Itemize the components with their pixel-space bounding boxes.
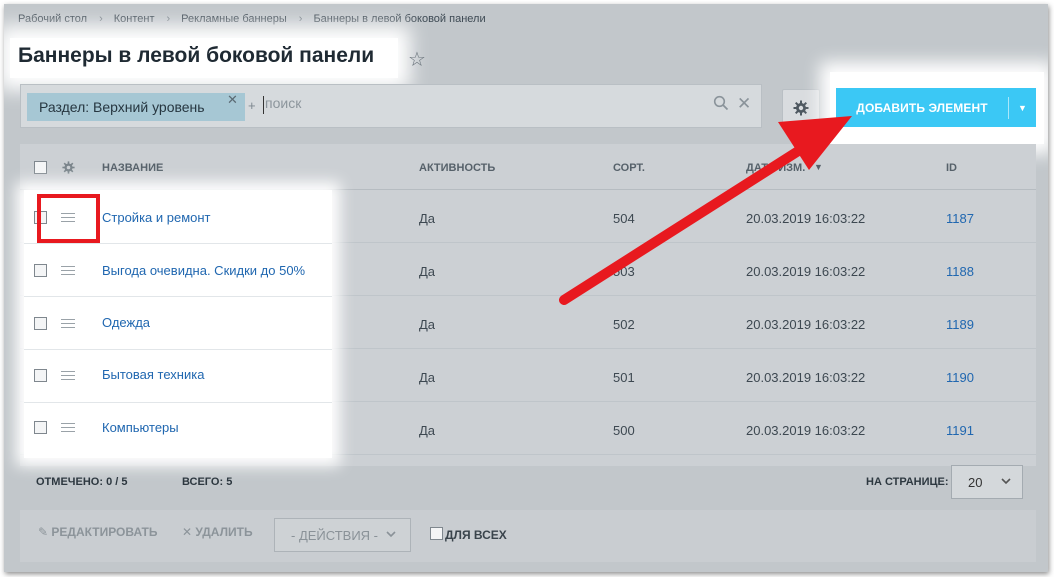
red-arrow-icon xyxy=(559,116,852,305)
screenshot-frame: Рабочий стол › Контент › Рекламные банне… xyxy=(4,4,1048,572)
